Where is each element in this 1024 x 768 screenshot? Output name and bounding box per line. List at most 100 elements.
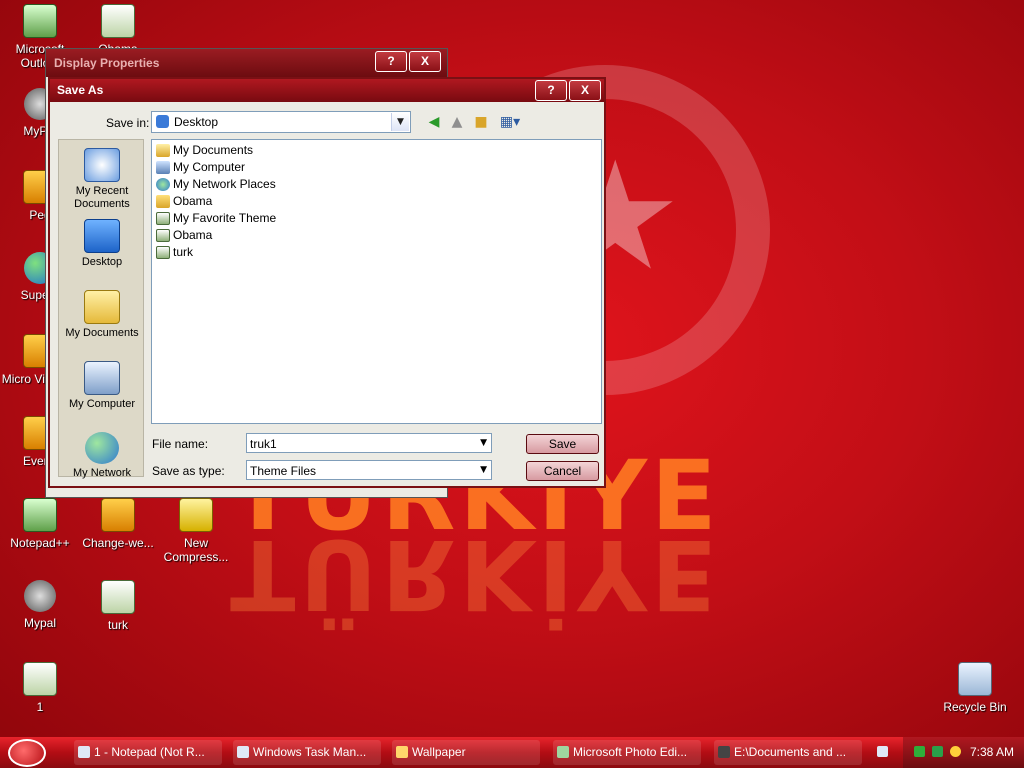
folder-icon [156, 195, 170, 208]
notepad-icon [78, 746, 90, 758]
search-icon[interactable] [950, 746, 961, 757]
task-manager-icon [237, 746, 249, 758]
list-item[interactable]: My Computer [156, 159, 245, 176]
save-in-dropdown[interactable]: Desktop ▼ [151, 111, 411, 133]
recycle-bin-icon [958, 662, 992, 696]
desktop-icon-1[interactable]: 1 [1, 662, 79, 714]
place-my-documents[interactable]: My Documents [59, 290, 145, 340]
place-label: My Recent Documents [74, 185, 130, 210]
cancel-button[interactable]: Cancel [526, 461, 599, 481]
desktop-icon [156, 115, 169, 128]
desktop-icon-recycle-bin[interactable]: Recycle Bin [936, 662, 1014, 714]
my-computer-icon [84, 361, 120, 395]
wallpaper-wordmark-reflection: TÜRKİYE [230, 518, 721, 630]
keyboard-icon[interactable] [877, 746, 888, 757]
folder-documents-icon [156, 144, 170, 157]
network-tray-icon[interactable] [932, 746, 943, 757]
desktop-icon-mypal[interactable]: Mypal [1, 580, 79, 630]
place-label: My Computer [68, 398, 136, 410]
desktop-icon-turk[interactable]: turk [79, 580, 157, 632]
new-folder-icon[interactable]: ■ [471, 113, 491, 131]
network-places-icon [156, 178, 170, 191]
places-bar: My Recent Documents Desktop My Documents… [58, 139, 145, 480]
taskbar-item-notepad[interactable]: 1 - Notepad (Not R... [74, 740, 222, 765]
close-button[interactable]: X [409, 51, 441, 72]
list-item[interactable]: Obama [156, 227, 212, 244]
folder-icon [396, 746, 408, 758]
place-my-network[interactable]: My Network [59, 432, 145, 480]
save-as-dialog[interactable]: Save As ? X Save in: Desktop ▼ ◀ ▲ ■ ▦▾ … [48, 77, 606, 488]
help-button[interactable]: ? [375, 51, 407, 72]
raccoon-icon [24, 580, 56, 612]
save-in-value: Desktop [174, 115, 219, 129]
file-name: My Network Places [173, 177, 276, 191]
desktop-icon-new-compressed[interactable]: New Compress... [157, 498, 235, 564]
place-desktop[interactable]: Desktop [59, 219, 145, 269]
file-name-label: File name: [152, 437, 209, 451]
list-item[interactable]: Obama [156, 193, 212, 210]
place-my-computer[interactable]: My Computer [59, 361, 145, 411]
desktop-icon-label: New Compress... [163, 536, 229, 564]
start-button[interactable] [8, 739, 46, 767]
app-icon [101, 498, 135, 532]
file-name: My Documents [173, 143, 254, 157]
save-button[interactable]: Save [526, 434, 599, 454]
dialog-titlebar[interactable]: Save As ? X [50, 79, 604, 102]
theme-file-icon [156, 229, 170, 242]
file-name-field[interactable]: truk1 ▼ [246, 433, 492, 453]
chevron-down-icon[interactable]: ▼ [391, 113, 409, 131]
save-as-type-dropdown[interactable]: Theme Files ▼ [246, 460, 492, 480]
chevron-down-icon[interactable]: ▼ [480, 438, 487, 448]
image-file-icon [101, 4, 135, 38]
up-folder-icon[interactable]: ▲ [447, 113, 467, 131]
list-item[interactable]: My Network Places [156, 176, 276, 193]
outlook-icon [23, 4, 57, 38]
save-as-type-label: Save as type: [152, 464, 225, 478]
computer-icon [156, 161, 170, 174]
list-item[interactable]: My Documents [156, 142, 253, 159]
place-label: My Documents [65, 327, 139, 339]
place-my-recent-documents[interactable]: My Recent Documents [59, 148, 145, 211]
green-tray-icon[interactable] [914, 746, 925, 757]
desktop-icon-label: turk [107, 618, 128, 632]
taskbar-item-documents[interactable]: E:\Documents and ... [714, 740, 862, 765]
view-menu-icon[interactable]: ▦▾ [497, 113, 523, 131]
photo-editor-icon [557, 746, 569, 758]
back-arrow-icon[interactable]: ◀ [424, 113, 444, 131]
close-button[interactable]: X [569, 80, 601, 101]
zip-folder-icon [179, 498, 213, 532]
recent-documents-icon [84, 148, 120, 182]
desktop-icon-label: Mypal [23, 616, 56, 630]
image-file-icon [101, 580, 135, 614]
task-label: Wallpaper [412, 745, 466, 759]
chevron-down-icon[interactable]: ▼ [480, 465, 487, 475]
theme-file-icon [156, 246, 170, 259]
taskbar-item-photo-editor[interactable]: Microsoft Photo Edi... [553, 740, 701, 765]
zip-app-icon [718, 746, 730, 758]
help-button[interactable]: ? [535, 80, 567, 101]
desktop-icon [84, 219, 120, 253]
script-icon [23, 662, 57, 696]
my-documents-icon [84, 290, 120, 324]
desktop-icon-notepadpp[interactable]: Notepad++ [1, 498, 79, 550]
theme-file-icon [156, 212, 170, 225]
file-name: My Favorite Theme [173, 211, 277, 225]
taskbar: 1 - Notepad (Not R... Windows Task Man..… [0, 737, 1024, 768]
file-name: My Computer [173, 160, 246, 174]
save-as-type-value: Theme Files [250, 464, 317, 478]
list-item[interactable]: turk [156, 244, 193, 261]
list-item[interactable]: My Favorite Theme [156, 210, 276, 227]
clock[interactable]: 7:38 AM [970, 745, 1014, 759]
taskbar-item-task-manager[interactable]: Windows Task Man... [233, 740, 381, 765]
task-label: Microsoft Photo Edi... [573, 745, 688, 759]
desktop-icon-change-we[interactable]: Change-we... [79, 498, 157, 550]
desktop-icon-label: Change-we... [82, 536, 154, 550]
file-name: Obama [173, 194, 213, 208]
desktop-icon-label: Notepad++ [10, 536, 70, 550]
file-list[interactable]: My Documents My Computer My Network Plac… [151, 139, 602, 424]
save-in-label: Save in: [106, 116, 150, 130]
task-label: 1 - Notepad (Not R... [94, 745, 205, 759]
file-name-value: truk1 [250, 437, 277, 451]
notepad-icon [23, 498, 57, 532]
taskbar-item-wallpaper[interactable]: Wallpaper [392, 740, 540, 765]
